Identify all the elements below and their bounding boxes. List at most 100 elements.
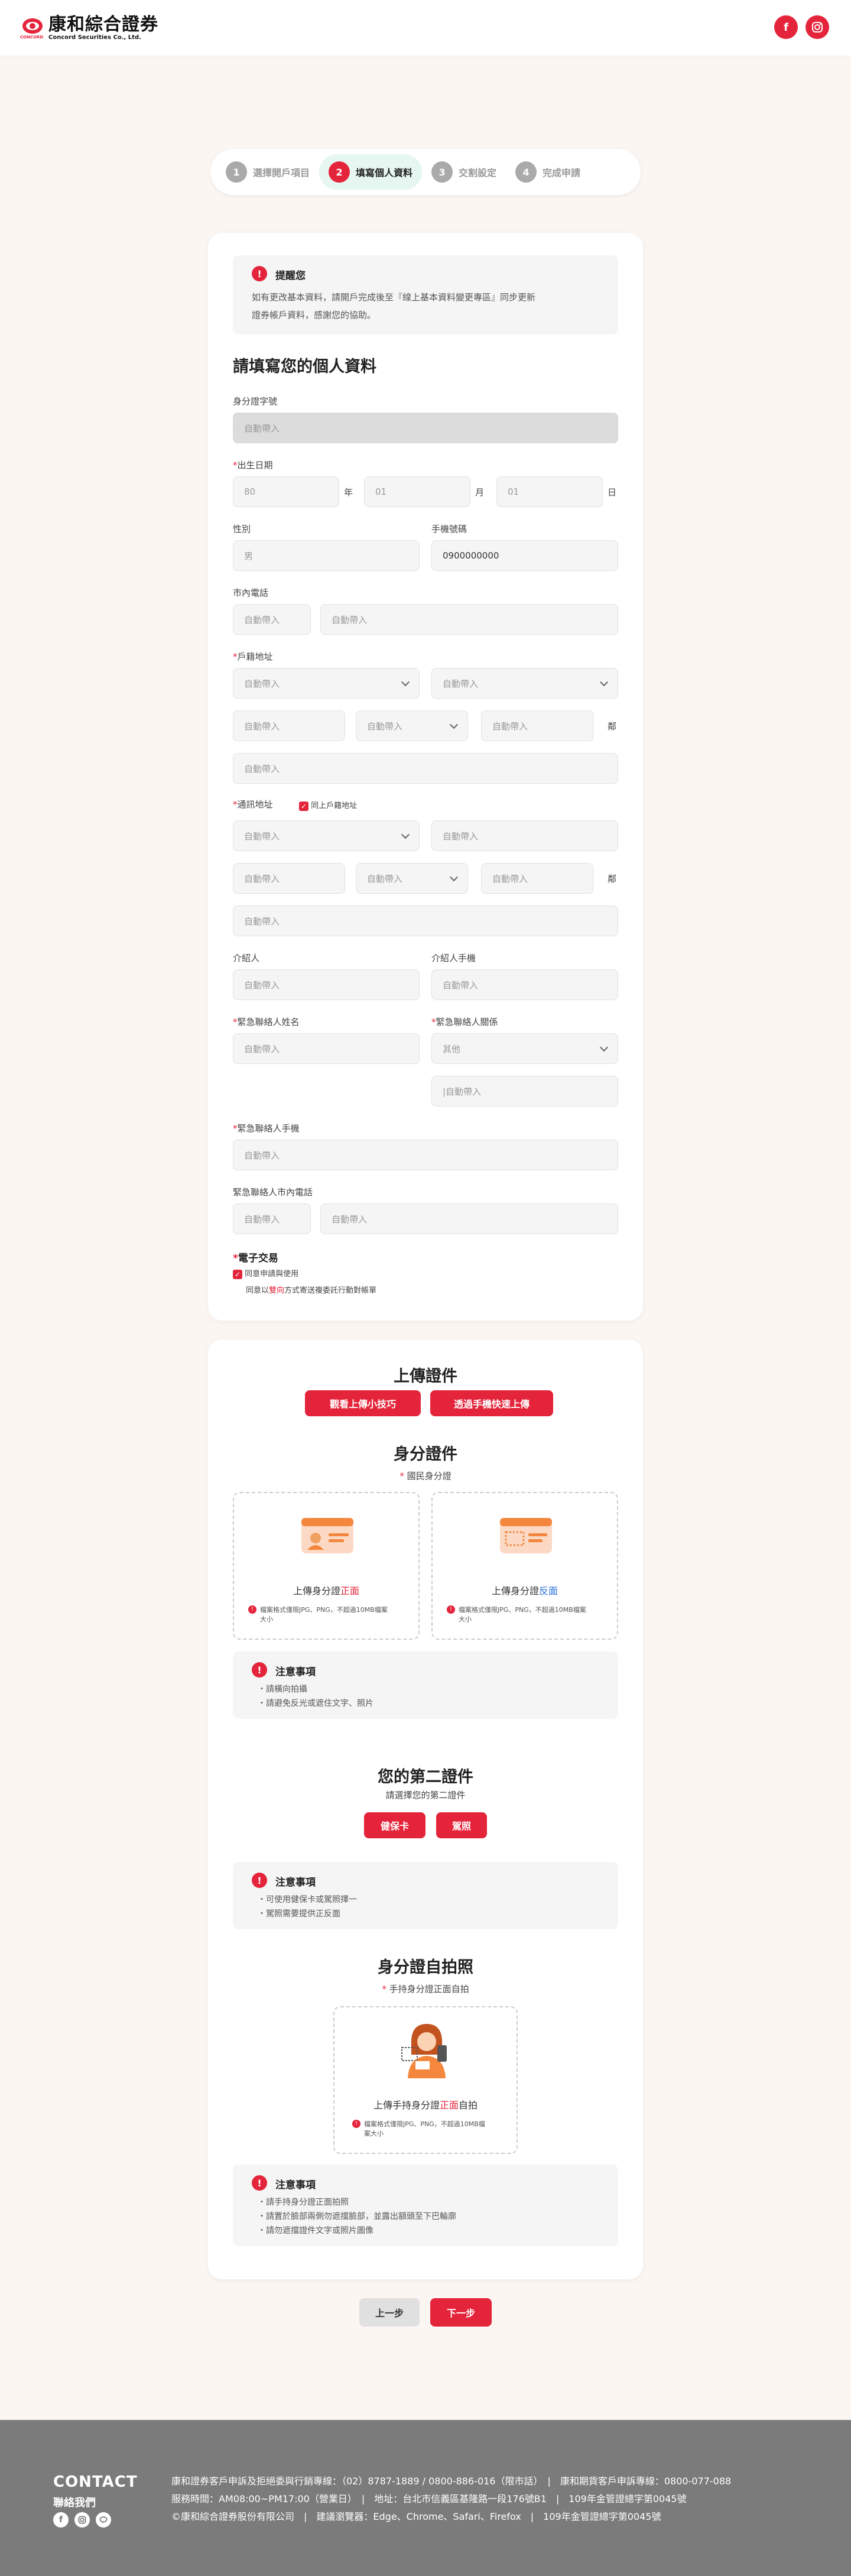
form-title: 請填寫您的個人資料 (233, 358, 376, 376)
reg-city-select[interactable]: 自動帶入 (233, 668, 420, 699)
notice-item: ・請勿遮擋證件文字或照片圖像 (258, 2226, 373, 2236)
site-footer: CONTACT 聯絡我們 f 康和證券客戶申訴及拒絕委與行銷專線：（02）878… (0, 2420, 851, 2576)
facebook-icon[interactable]: f (774, 15, 798, 39)
second-id-title: 您的第二證件 (378, 1768, 473, 1786)
emergency-name-field[interactable]: 自動帶入 (233, 1033, 420, 1064)
id-back-caption: 上傳身分證反面 (491, 1585, 558, 1597)
mail-district-field[interactable]: 自動帶入 (431, 820, 618, 851)
warning-icon: ! (252, 1873, 267, 1888)
home-phone-area-field[interactable]: 自動帶入 (233, 604, 311, 635)
birth-day-field[interactable]: 01 (496, 476, 603, 507)
registered-address-label: *戶籍地址 (233, 651, 273, 662)
footer-line-3: ©康和綜合證券股份有限公司 | 建議瀏覽器：Edge、Chrome、Safari… (171, 2511, 661, 2522)
selfie-sub: * 手持身分證正面自拍 (382, 1984, 469, 1994)
emergency-relation-select[interactable]: 其他 (431, 1033, 618, 1064)
logo-chinese-name: 康和綜合證券 (48, 14, 158, 35)
file-format-hint: !檔案格式僅限JPG、PNG，不超過10MB檔案大小 (248, 1605, 388, 1624)
emergency-relation-other-field[interactable]: |自動帶入 (431, 1076, 618, 1107)
id-back-upload-box[interactable]: 上傳身分證反面 ! 檔案格式僅限JPG、PNG，不超過10MB檔案 大小 (431, 1492, 618, 1640)
reg-neighborhood-field[interactable]: 自動帶入 (481, 710, 593, 741)
logo-sub-text: CONCORD (20, 35, 44, 40)
instagram-icon[interactable] (74, 2512, 90, 2528)
reg-street-field[interactable]: 自動帶入 (233, 753, 618, 784)
birth-year-field[interactable]: 80 (233, 476, 339, 507)
emergency-name-label: *緊急聯絡人姓名 (233, 1017, 300, 1027)
id-notice-box: ! 注意事項 ・請橫向拍攝 ・請避免反光或遮住文字、照片 (233, 1652, 618, 1719)
chevron-down-icon (449, 872, 459, 882)
upload-card: 上傳證件 觀看上傳小技巧 透過手機快速上傳 身分證件 * 國民身分證 上傳身分證… (208, 1339, 643, 2279)
notice-item: ・可使用健保卡或駕照擇一 (258, 1895, 357, 1905)
gender-field[interactable]: 男 (233, 540, 420, 571)
reg-district-select[interactable]: 自動帶入 (431, 668, 618, 699)
referrer-mobile-label: 介紹人手機 (431, 953, 476, 963)
emergency-mobile-field[interactable]: 自動帶入 (233, 1140, 618, 1170)
previous-step-button[interactable]: 上一步 (359, 2298, 420, 2327)
mail-village-type-select[interactable]: 自動帶入 (356, 863, 468, 894)
site-header: CONCORD 康和綜合證券 Concord Securities Co., L… (0, 0, 851, 56)
selfie-title: 身分證自拍照 (378, 1958, 473, 1977)
selfie-upload-box[interactable]: 上傳手持身分證正面自拍 ! 檔案格式僅限JPG、PNG，不超過10MB檔 案大小 (333, 2006, 518, 2154)
file-format-hint: !檔案格式僅限JPG、PNG，不超過10MB檔案大小 (447, 1605, 586, 1624)
chevron-down-icon (599, 677, 609, 687)
notice-title: 注意事項 (275, 2179, 316, 2191)
id-front-upload-box[interactable]: 上傳身分證正面 ! 檔案格式僅限JPG、PNG，不超過10MB檔案 大小 (233, 1492, 420, 1640)
reg-village-type-select[interactable]: 自動帶入 (356, 710, 468, 741)
reminder-box: ! 提醒您 如有更改基本資料，請開戶完成後至『線上基本資料變更專區』同步更新 證… (233, 255, 618, 335)
home-phone-number-field[interactable]: 自動帶入 (320, 604, 618, 635)
id-number-label: 身分證字號 (233, 396, 278, 407)
emergency-phone-area-field[interactable]: 自動帶入 (233, 1203, 311, 1234)
mobile-field[interactable]: 0900000000 (431, 540, 618, 571)
footer-contact-us: 聯絡我們 (53, 2497, 96, 2509)
emergency-mobile-label: *緊急聯絡人手機 (233, 1123, 300, 1134)
referrer-field[interactable]: 自動帶入 (233, 969, 420, 1000)
e-trading-checkbox[interactable]: ✓ 同意申請與使用 (233, 1267, 298, 1279)
mobile-upload-button[interactable]: 透過手機快速上傳 (430, 1390, 553, 1416)
step-4: 4 完成申請 (506, 154, 590, 190)
instagram-icon[interactable] (805, 15, 829, 39)
emergency-phone-number-field[interactable]: 自動帶入 (320, 1203, 618, 1234)
mail-village-field[interactable]: 自動帶入 (233, 863, 345, 894)
reminder-line-1: 如有更改基本資料，請開戶完成後至『線上基本資料變更專區』同步更新 (252, 292, 536, 303)
id-number-field: 自動帶入 (233, 413, 618, 443)
driver-license-button[interactable]: 駕照 (436, 1812, 487, 1838)
reg-village-field[interactable]: 自動帶入 (233, 710, 345, 741)
mobile-label: 手機號碼 (431, 524, 467, 534)
reminder-line-2: 證券帳戶資料，感謝您的協助。 (252, 310, 376, 320)
gender-label: 性別 (233, 524, 251, 534)
checkbox-checked-icon: ✓ (299, 801, 308, 811)
neighborhood-unit: 鄰 (608, 874, 617, 884)
mail-city-select[interactable]: 自動帶入 (233, 820, 420, 851)
step-1: 1 選擇開戶項目 (216, 154, 319, 190)
mail-neighborhood-field[interactable]: 自動帶入 (481, 863, 593, 894)
personal-info-card: ! 提醒您 如有更改基本資料，請開戶完成後至『線上基本資料變更專區』同步更新 證… (208, 233, 643, 1321)
birthdate-label: *出生日期 (233, 460, 273, 471)
upload-tips-button[interactable]: 觀看上傳小技巧 (305, 1390, 421, 1416)
referrer-mobile-field[interactable]: 自動帶入 (431, 969, 618, 1000)
id-card-front-icon (301, 1518, 353, 1553)
statement-consent-text: 同意以雙向方式寄送複委託行動對帳單 (246, 1286, 377, 1295)
same-address-checkbox[interactable]: ✓ 同上戶籍地址 (299, 799, 357, 811)
warning-icon: ! (252, 2175, 267, 2191)
brand-logo[interactable]: CONCORD 康和綜合證券 Concord Securities Co., L… (20, 14, 158, 41)
birth-month-field[interactable]: 01 (364, 476, 470, 507)
second-id-sub: 請選擇您的第二證件 (385, 1790, 466, 1800)
line-icon[interactable] (96, 2512, 111, 2528)
step-2-active: 2 填寫個人資料 (319, 154, 423, 190)
emergency-phone-label: 緊急聯絡人市內電話 (233, 1187, 313, 1198)
next-step-button[interactable]: 下一步 (430, 2298, 492, 2327)
logo-mark-icon: CONCORD (20, 17, 45, 40)
footer-line-2: 服務時間：AM08:00~PM17:00（營業日） | 地址：台北市信義區基隆路… (171, 2493, 687, 2504)
selfie-caption: 上傳手持身分證正面自拍 (373, 2100, 478, 2111)
warning-icon: ! (252, 1662, 267, 1678)
chevron-down-icon (401, 830, 410, 839)
facebook-icon[interactable]: f (53, 2512, 69, 2528)
id-section-title: 身分證件 (394, 1445, 457, 1464)
health-card-button[interactable]: 健保卡 (364, 1812, 426, 1838)
second-id-notice-box: ! 注意事項 ・可使用健保卡或駕照擇一 ・駕照需要提供正反面 (233, 1862, 618, 1929)
notice-title: 注意事項 (275, 1877, 316, 1889)
selfie-person-icon (401, 2024, 447, 2078)
neighborhood-unit: 鄰 (608, 721, 617, 732)
mail-street-field[interactable]: 自動帶入 (233, 906, 618, 936)
step-3: 3 交割設定 (422, 154, 506, 190)
id-card-back-icon (500, 1518, 552, 1553)
